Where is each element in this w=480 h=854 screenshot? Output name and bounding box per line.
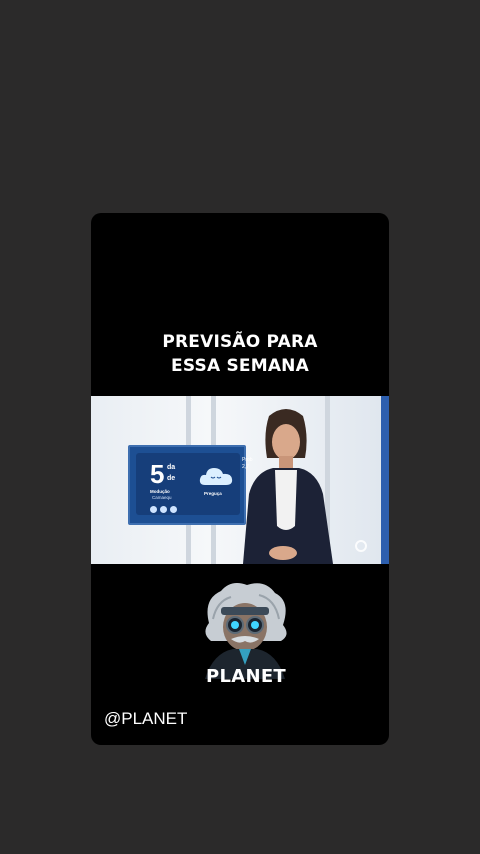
weather-de-label: de bbox=[167, 475, 176, 482]
headline-line-2: ESSA SEMANA bbox=[171, 356, 309, 376]
headline-line-1: PREVISÃO PARA bbox=[162, 332, 318, 352]
person-icon bbox=[160, 506, 167, 513]
weather-cloud-label: Preguça bbox=[204, 491, 222, 496]
weather-line-2: Camaequ bbox=[152, 495, 172, 500]
news-video-frame[interactable]: 5 da de Modução Camaequ Preguça Prob 2,7 bbox=[91, 396, 389, 564]
account-handle[interactable]: @PLANET bbox=[104, 709, 187, 729]
phone-icon bbox=[150, 506, 157, 513]
brand-name: PLANET bbox=[205, 666, 287, 687]
studio-screen-edge bbox=[381, 396, 389, 564]
weather-number: 5 bbox=[150, 459, 165, 489]
planet-avatar-icon bbox=[205, 583, 287, 679]
weather-da-label: da bbox=[167, 464, 176, 471]
chat-icon bbox=[170, 506, 177, 513]
news-presenter bbox=[243, 409, 333, 564]
story-headline: PREVISÃO PARA ESSA SEMANA bbox=[91, 330, 389, 378]
story-card: PREVISÃO PARA ESSA SEMANA 5 da de Moduçã… bbox=[91, 213, 389, 745]
broadcaster-logo-icon bbox=[355, 540, 367, 552]
